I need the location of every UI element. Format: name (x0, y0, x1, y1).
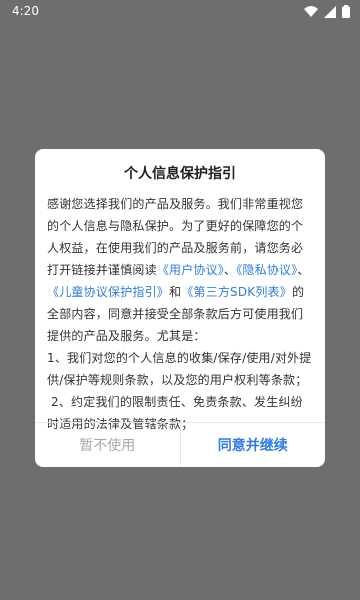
status-time: 4:20 (12, 4, 39, 18)
child-protection-link[interactable]: 《儿童协议保护指引》 (47, 285, 169, 299)
status-icons (304, 5, 350, 18)
wifi-icon (304, 5, 318, 18)
user-agreement-link[interactable]: 《用户协议》 (157, 263, 224, 277)
terms-item-1: 1、我们对您的个人信息的收集/保存/使用/对外提供/保护等规则条款，以及您的用户… (47, 351, 312, 387)
dialog-footer: 暂不使用 同意并继续 (35, 422, 325, 467)
privacy-policy-link[interactable]: 《隐私协议》 (236, 263, 297, 277)
separator-2: 、 (297, 263, 310, 277)
separator-3: 和 (169, 285, 182, 299)
battery-icon (342, 5, 350, 18)
signal-icon (324, 5, 336, 18)
agree-button[interactable]: 同意并继续 (181, 423, 326, 467)
separator-1: 、 (224, 263, 237, 277)
status-bar: 4:20 (0, 0, 360, 24)
third-party-sdk-link[interactable]: 《第三方SDK列表》 (181, 285, 292, 299)
dialog-title: 个人信息保护指引 (124, 166, 236, 182)
intro-paragraph: 感谢您选择我们的产品及服务。我们非常重视您的个人信息与隐私保护。为了更好的保障您… (47, 193, 313, 347)
privacy-dialog: 个人信息保护指引 感谢您选择我们的产品及服务。我们非常重视您的个人信息与隐私保护… (35, 149, 325, 467)
disagree-button[interactable]: 暂不使用 (35, 423, 181, 467)
dialog-body: 感谢您选择我们的产品及服务。我们非常重视您的个人信息与隐私保护。为了更好的保障您… (47, 193, 313, 435)
